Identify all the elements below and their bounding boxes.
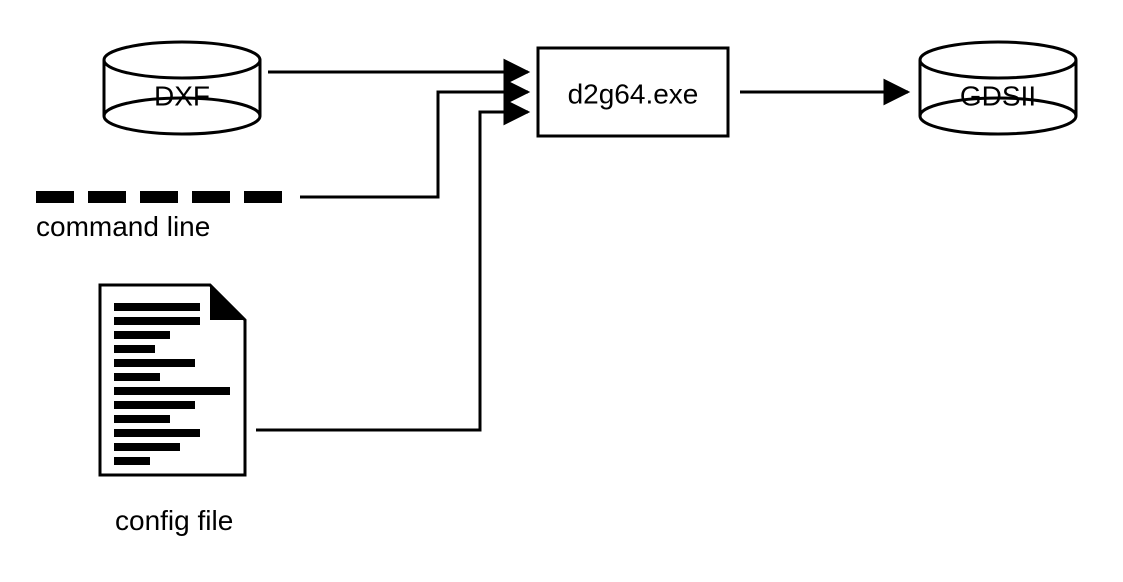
command-line-label: command line — [36, 211, 210, 242]
dxf-label: DXF — [154, 80, 210, 111]
config-file-label: config file — [115, 505, 233, 536]
command-line-node: command line — [36, 197, 290, 242]
dxf-datastore: DXF — [104, 42, 260, 134]
gdsii-label: GDSII — [960, 80, 1036, 111]
config-file-node — [100, 285, 245, 475]
process-label: d2g64.exe — [568, 78, 699, 109]
arrow-cmdline-to-process — [300, 92, 528, 197]
flow-diagram: DXF command line config file d2g64.e — [0, 0, 1123, 582]
arrow-config-to-process — [256, 112, 528, 430]
process-box: d2g64.exe — [538, 48, 728, 136]
gdsii-datastore: GDSII — [920, 42, 1076, 134]
